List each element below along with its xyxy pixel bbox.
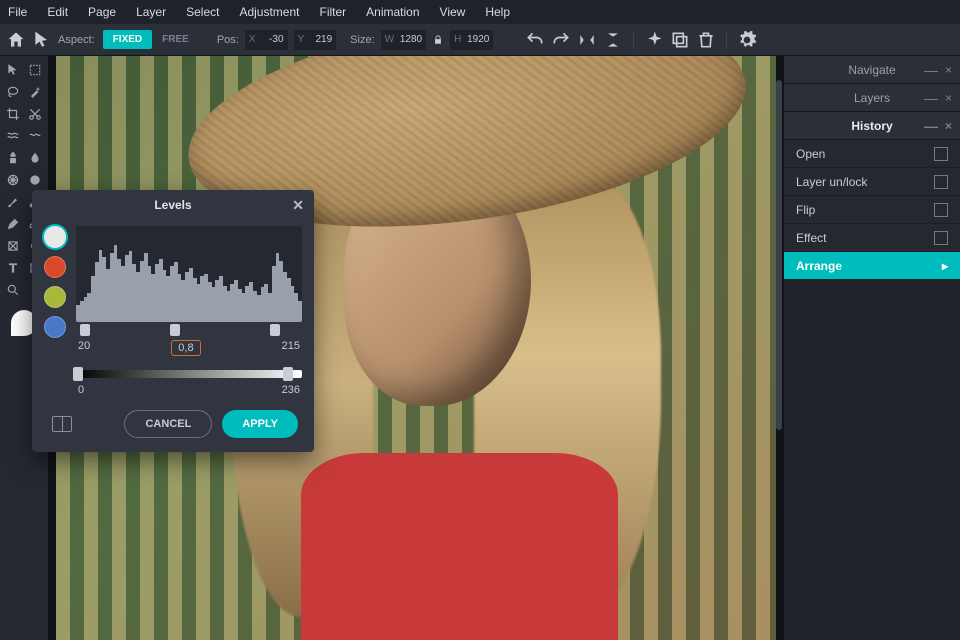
history-item[interactable]: Open [784, 140, 960, 168]
shape-tool-icon[interactable] [3, 170, 23, 190]
levels-title: Levels [154, 198, 191, 212]
pos-label: Pos: [217, 34, 239, 46]
menu-animation[interactable]: Animation [366, 5, 419, 19]
close-icon[interactable]: × [945, 91, 952, 105]
blur-tool-icon[interactable] [25, 148, 45, 168]
output-black-handle[interactable] [73, 367, 83, 381]
pos-y-field[interactable]: Y219 [294, 30, 337, 50]
shadow-handle[interactable] [80, 324, 90, 336]
text-tool-icon[interactable] [3, 258, 23, 278]
menu-view[interactable]: View [440, 5, 466, 19]
aspect-fixed[interactable]: FIXED [103, 30, 152, 49]
levels-titlebar[interactable]: Levels ✕ [32, 190, 314, 220]
midtone-handle[interactable] [170, 324, 180, 336]
channel-luminance[interactable] [44, 226, 66, 248]
histogram [76, 226, 302, 322]
flip-v-icon[interactable] [577, 30, 597, 50]
history-item[interactable]: Effect [784, 224, 960, 252]
liquify-tool-icon[interactable] [3, 126, 23, 146]
output-levels-slider[interactable] [76, 370, 302, 378]
channel-green[interactable] [44, 286, 66, 308]
menu-edit[interactable]: Edit [47, 5, 68, 19]
close-icon[interactable]: × [945, 63, 952, 77]
apply-button[interactable]: APPLY [222, 410, 298, 438]
gear-icon[interactable] [737, 30, 757, 50]
fill-tool-icon[interactable] [3, 236, 23, 256]
options-toolbar: Aspect: FIXED FREE Pos: X-30 Y219 Size: … [0, 24, 960, 56]
channel-blue[interactable] [44, 316, 66, 338]
duplicate-icon[interactable] [670, 30, 690, 50]
midtone-value[interactable]: 0,8 [171, 340, 200, 356]
cut-tool-icon[interactable] [25, 104, 45, 124]
input-levels-slider[interactable] [76, 324, 302, 338]
size-w-field[interactable]: W1280 [381, 30, 426, 50]
crop-tool-icon[interactable] [3, 104, 23, 124]
menubar: File Edit Page Layer Select Adjustment F… [0, 0, 960, 24]
output-white-value: 236 [282, 384, 300, 396]
menu-adjustment[interactable]: Adjustment [239, 5, 299, 19]
arrow-tool-icon[interactable] [32, 30, 52, 50]
history-item[interactable]: Flip [784, 196, 960, 224]
pen-tool-icon[interactable] [3, 214, 23, 234]
clone-tool-icon[interactable] [3, 148, 23, 168]
close-icon[interactable]: ✕ [292, 197, 304, 214]
minimize-icon[interactable]: — [924, 62, 938, 78]
history-restore-icon [934, 231, 948, 245]
delete-icon[interactable] [696, 30, 716, 50]
undo-icon[interactable] [525, 30, 545, 50]
history-list: OpenLayer un/lockFlipEffectArrange▸ [784, 140, 960, 280]
canvas-scrollbar[interactable] [776, 80, 782, 430]
channel-selector [44, 226, 66, 396]
shadow-value: 20 [78, 340, 90, 356]
menu-file[interactable]: File [8, 5, 27, 19]
aspect-label: Aspect: [58, 34, 95, 46]
output-black-value: 0 [78, 384, 84, 396]
history-restore-icon: ▸ [942, 259, 948, 273]
lasso-tool-icon[interactable] [3, 82, 23, 102]
history-restore-icon [934, 147, 948, 161]
compare-icon[interactable] [52, 416, 72, 432]
channel-red[interactable] [44, 256, 66, 278]
brush-tool-icon[interactable] [3, 192, 23, 212]
autofix-icon[interactable] [644, 30, 664, 50]
marquee-tool-icon[interactable] [25, 60, 45, 80]
wand-tool-icon[interactable] [25, 82, 45, 102]
aspect-free[interactable]: FREE [152, 30, 199, 49]
minimize-icon[interactable]: — [924, 90, 938, 106]
menu-layer[interactable]: Layer [136, 5, 166, 19]
redo-icon[interactable] [551, 30, 571, 50]
levels-dialog: Levels ✕ 20 0,8 215 [32, 190, 314, 452]
pos-x-field[interactable]: X-30 [245, 30, 288, 50]
aspect-toggle: FIXED FREE [103, 30, 199, 49]
zoom-tool-icon[interactable] [3, 280, 23, 300]
cancel-button[interactable]: CANCEL [124, 410, 212, 438]
flip-h-icon[interactable] [603, 30, 623, 50]
highlight-handle[interactable] [270, 324, 280, 336]
navigate-panel-tab[interactable]: Navigate—× [784, 56, 960, 84]
move-tool-icon[interactable] [3, 60, 23, 80]
panels-sidebar: Navigate—× Layers—× History—× OpenLayer … [784, 56, 960, 640]
menu-select[interactable]: Select [186, 5, 219, 19]
history-restore-icon [934, 175, 948, 189]
lock-icon[interactable] [432, 30, 444, 50]
menu-help[interactable]: Help [485, 5, 510, 19]
close-icon[interactable]: × [945, 119, 952, 133]
size-h-field[interactable]: H1920 [450, 30, 493, 50]
menu-filter[interactable]: Filter [319, 5, 346, 19]
history-item[interactable]: Arrange▸ [784, 252, 960, 280]
size-label: Size: [350, 34, 374, 46]
gradient-tool-icon[interactable] [25, 170, 45, 190]
menu-page[interactable]: Page [88, 5, 116, 19]
highlight-value: 215 [282, 340, 300, 356]
output-white-handle[interactable] [283, 367, 293, 381]
history-item[interactable]: Layer un/lock [784, 168, 960, 196]
history-panel-tab[interactable]: History—× [784, 112, 960, 140]
minimize-icon[interactable]: — [924, 118, 938, 134]
history-restore-icon [934, 203, 948, 217]
home-icon[interactable] [6, 30, 26, 50]
heal-tool-icon[interactable] [25, 126, 45, 146]
layers-panel-tab[interactable]: Layers—× [784, 84, 960, 112]
